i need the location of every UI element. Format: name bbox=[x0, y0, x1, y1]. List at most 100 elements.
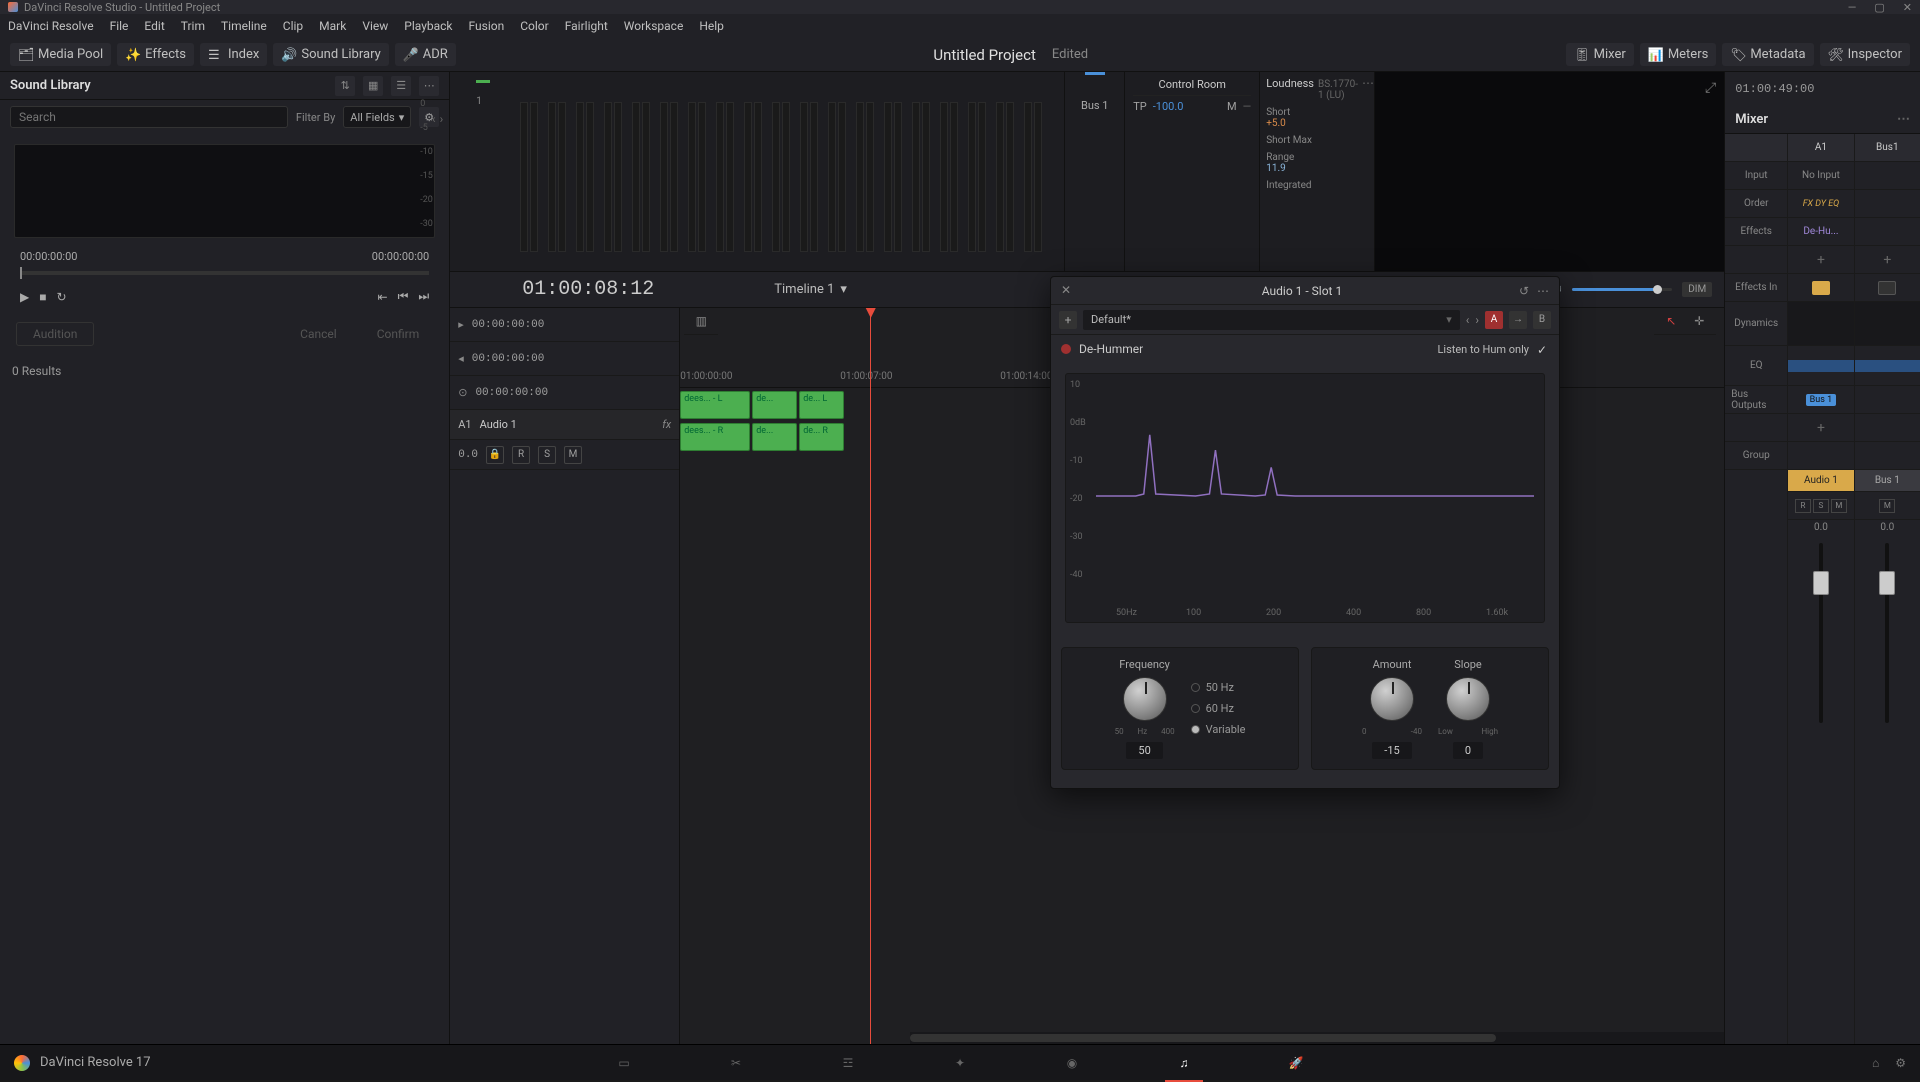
plugin-options-icon[interactable]: ⋯ bbox=[1537, 284, 1549, 298]
add-effect-icon[interactable]: + bbox=[1817, 252, 1825, 268]
window-maximize-button[interactable]: ▢ bbox=[1874, 1, 1884, 14]
dynamics-slot[interactable] bbox=[1855, 302, 1920, 346]
sound-library-button[interactable]: 🔊Sound Library bbox=[273, 43, 388, 66]
channel-order[interactable]: FX DY EQ bbox=[1788, 190, 1853, 218]
menu-edit[interactable]: Edit bbox=[144, 19, 164, 33]
deliver-page-icon[interactable]: 🚀 bbox=[1285, 1052, 1307, 1074]
play-button[interactable]: ▶ bbox=[20, 290, 29, 304]
transport-record-icon[interactable]: ◂ bbox=[458, 352, 464, 365]
slope-value[interactable]: 0 bbox=[1453, 742, 1483, 759]
selection-tool-icon[interactable]: ↖ bbox=[1662, 314, 1680, 328]
audio-clip[interactable]: de... R bbox=[799, 423, 844, 451]
channel-gain-value[interactable]: 0.0 bbox=[1855, 520, 1920, 535]
slope-knob[interactable] bbox=[1446, 677, 1490, 721]
reset-icon[interactable]: ↺ bbox=[1519, 284, 1529, 298]
ch-mute-toggle[interactable]: M bbox=[1879, 499, 1895, 513]
step-fwd-icon[interactable]: ⏭ bbox=[418, 289, 429, 304]
snap-tool-icon[interactable]: ✛ bbox=[1690, 314, 1708, 328]
ch-record-toggle[interactable]: R bbox=[1795, 499, 1811, 513]
plugin-window[interactable]: ✕ Audio 1 - Slot 1 ↺ ⋯ + Default*▾ ‹ › A… bbox=[1050, 276, 1560, 789]
compare-b-button[interactable]: B bbox=[1533, 311, 1551, 329]
menu-davinci-resolve[interactable]: DaVinci Resolve bbox=[8, 19, 94, 33]
listen-hum-checkbox[interactable]: ✓ bbox=[1537, 343, 1549, 355]
channel-fader[interactable] bbox=[1885, 543, 1889, 723]
track-mute-toggle[interactable]: M bbox=[564, 446, 582, 464]
preset-dropdown[interactable]: Default*▾ bbox=[1083, 310, 1460, 330]
fairlight-page-icon[interactable]: ♫ bbox=[1173, 1052, 1195, 1074]
track-lock-toggle[interactable]: 🔒 bbox=[486, 446, 504, 464]
next-result-icon[interactable]: › bbox=[440, 112, 444, 126]
preview-scrubber[interactable] bbox=[20, 271, 429, 275]
fusion-page-icon[interactable]: ✦ bbox=[949, 1052, 971, 1074]
audition-button[interactable]: Audition bbox=[16, 322, 94, 346]
channel-header[interactable]: A1 bbox=[1788, 134, 1853, 162]
step-back-icon[interactable]: ⏮ bbox=[398, 289, 409, 304]
audio-clip[interactable]: dees... - R bbox=[680, 423, 750, 451]
track-record-toggle[interactable]: R bbox=[512, 446, 530, 464]
tc-field-2[interactable]: 00:00:00:00 bbox=[472, 353, 545, 365]
channel-header[interactable]: Bus1 bbox=[1855, 134, 1920, 162]
menu-fairlight[interactable]: Fairlight bbox=[565, 19, 608, 33]
menu-trim[interactable]: Trim bbox=[181, 19, 205, 33]
cancel-button[interactable]: Cancel bbox=[286, 323, 351, 345]
meters-button[interactable]: 📊Meters bbox=[1640, 43, 1717, 66]
menu-playback[interactable]: Playback bbox=[404, 19, 452, 33]
audio-clip[interactable]: de... L bbox=[799, 391, 844, 419]
index-button[interactable]: ☰Index bbox=[200, 43, 267, 66]
color-page-icon[interactable]: ◉ bbox=[1061, 1052, 1083, 1074]
frequency-value[interactable]: 50 bbox=[1126, 742, 1162, 759]
adr-button[interactable]: 🎤ADR bbox=[395, 43, 456, 66]
menu-file[interactable]: File bbox=[110, 19, 129, 33]
popout-icon[interactable]: ⤢ bbox=[1705, 80, 1716, 96]
add-preset-icon[interactable]: + bbox=[1059, 311, 1077, 329]
settings-icon[interactable]: ⚙ bbox=[1895, 1056, 1906, 1070]
effects-in-toggle[interactable] bbox=[1812, 281, 1830, 295]
amount-knob[interactable] bbox=[1370, 677, 1414, 721]
timeline-view-icon[interactable]: ▥ bbox=[692, 314, 710, 328]
playhead[interactable] bbox=[870, 308, 871, 1044]
add-effect-icon[interactable]: + bbox=[1883, 252, 1891, 268]
amount-value[interactable]: -15 bbox=[1372, 742, 1411, 759]
channel-input[interactable]: No Input bbox=[1788, 162, 1853, 190]
window-minimize-button[interactable]: — bbox=[1848, 1, 1857, 14]
menu-help[interactable]: Help bbox=[699, 19, 724, 33]
track-solo-toggle[interactable]: S bbox=[538, 446, 556, 464]
dim-button[interactable]: DIM bbox=[1682, 282, 1712, 297]
sort-icon[interactable]: ⇅ bbox=[335, 76, 355, 96]
tc-field-1[interactable]: 00:00:00:00 bbox=[472, 319, 545, 331]
freq-60hz-radio[interactable]: 60 Hz bbox=[1191, 702, 1246, 715]
freq-50hz-radio[interactable]: 50 Hz bbox=[1191, 681, 1246, 694]
menu-clip[interactable]: Clip bbox=[283, 19, 303, 33]
master-timecode[interactable]: 01:00:08:12 bbox=[522, 278, 654, 301]
menu-timeline[interactable]: Timeline bbox=[221, 19, 267, 33]
audio-clip[interactable]: de... bbox=[752, 391, 797, 419]
transport-loop-icon[interactable]: ⊙ bbox=[458, 386, 467, 399]
track-name[interactable]: Audio 1 bbox=[480, 418, 517, 431]
transport-play-icon[interactable]: ▸ bbox=[458, 318, 464, 331]
inspector-button[interactable]: 🛠Inspector bbox=[1820, 43, 1910, 66]
mixer-options-icon[interactable]: ⋯ bbox=[1897, 112, 1910, 127]
menu-fusion[interactable]: Fusion bbox=[469, 19, 505, 33]
channel-fader[interactable] bbox=[1819, 543, 1823, 723]
plugin-bypass-toggle[interactable] bbox=[1061, 344, 1071, 354]
ch-mute-toggle[interactable]: M bbox=[1831, 499, 1847, 513]
menu-workspace[interactable]: Workspace bbox=[624, 19, 684, 33]
eq-slot[interactable] bbox=[1788, 346, 1853, 386]
window-close-button[interactable]: ✕ bbox=[1903, 1, 1912, 14]
filter-dropdown[interactable]: All Fields▾ bbox=[343, 106, 411, 128]
go-start-icon[interactable]: ⇤ bbox=[378, 290, 388, 304]
menu-mark[interactable]: Mark bbox=[319, 19, 346, 33]
menu-view[interactable]: View bbox=[362, 19, 388, 33]
track-fx-label[interactable]: fx bbox=[662, 418, 671, 431]
menu-color[interactable]: Color bbox=[520, 19, 548, 33]
effects-in-toggle[interactable] bbox=[1878, 281, 1896, 295]
stop-button[interactable]: ■ bbox=[39, 290, 46, 304]
media-pool-button[interactable]: 🗂Media Pool bbox=[10, 43, 111, 66]
confirm-button[interactable]: Confirm bbox=[363, 323, 434, 345]
prev-preset-icon[interactable]: ‹ bbox=[1466, 313, 1470, 327]
ch-solo-toggle[interactable]: S bbox=[1813, 499, 1829, 513]
list-view-icon[interactable]: ☰ bbox=[391, 76, 411, 96]
frequency-knob[interactable] bbox=[1123, 677, 1167, 721]
compare-a-button[interactable]: A bbox=[1485, 311, 1503, 329]
home-icon[interactable]: ⌂ bbox=[1872, 1056, 1879, 1070]
